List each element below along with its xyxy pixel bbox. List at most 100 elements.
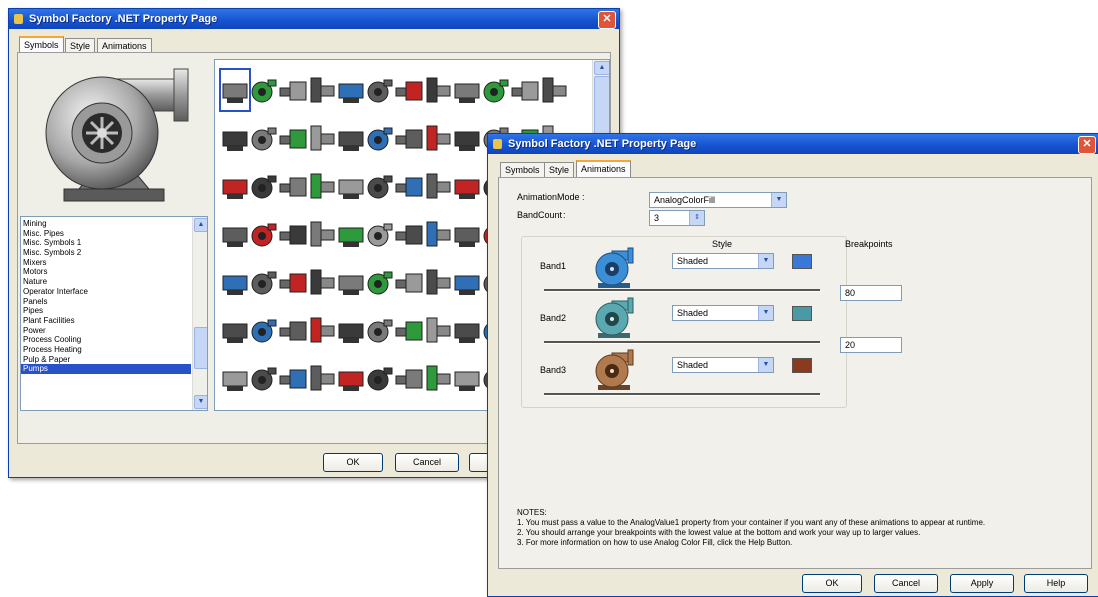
front-tab-style[interactable]: Style — [544, 162, 575, 177]
symbol-thumbnail[interactable] — [366, 358, 394, 398]
list-item[interactable]: Misc. Symbols 2 — [21, 248, 191, 258]
front-tab-symbols[interactable]: Symbols — [500, 162, 545, 177]
symbol-thumbnail[interactable] — [337, 214, 365, 254]
symbol-thumbnail[interactable] — [366, 70, 394, 110]
symbol-thumbnail[interactable] — [221, 118, 249, 158]
back-ok-button[interactable]: OK — [323, 453, 383, 472]
list-item[interactable]: Process Cooling — [21, 335, 191, 345]
scroll-up-arrow-icon[interactable]: ▲ — [194, 218, 207, 232]
symbol-thumbnail[interactable] — [337, 262, 365, 302]
symbol-thumbnail[interactable] — [308, 310, 336, 350]
symbol-thumbnail[interactable] — [221, 166, 249, 206]
back-cancel-button[interactable]: Cancel — [395, 453, 459, 472]
symbol-thumbnail[interactable] — [453, 166, 481, 206]
symbol-thumbnail[interactable] — [424, 310, 452, 350]
symbol-thumbnail[interactable] — [395, 70, 423, 110]
symbol-thumbnail[interactable] — [279, 262, 307, 302]
symbol-thumbnail[interactable] — [424, 70, 452, 110]
symbol-thumbnail[interactable] — [337, 70, 365, 110]
list-item[interactable]: Pipes — [21, 306, 191, 316]
symbol-thumbnail[interactable] — [424, 214, 452, 254]
symbol-thumbnail[interactable] — [279, 70, 307, 110]
symbol-thumbnail[interactable] — [221, 310, 249, 350]
symbol-thumbnail[interactable] — [424, 166, 452, 206]
symbol-thumbnail[interactable] — [250, 358, 278, 398]
symbol-thumbnail[interactable] — [395, 166, 423, 206]
symbol-thumbnail[interactable] — [395, 118, 423, 158]
symbol-thumbnail[interactable] — [453, 262, 481, 302]
symbol-thumbnail[interactable] — [395, 214, 423, 254]
list-item[interactable]: Nature — [21, 277, 191, 287]
list-item[interactable]: Operator Interface — [21, 287, 191, 297]
front-help-button[interactable]: Help — [1024, 574, 1088, 593]
symbol-thumbnail[interactable] — [366, 262, 394, 302]
symbol-thumbnail[interactable] — [250, 214, 278, 254]
category-list[interactable]: Mining Misc. Pipes Misc. Symbols 1 Misc. Sy… — [20, 216, 208, 411]
symbol-thumbnail[interactable] — [308, 358, 336, 398]
band3-color-swatch[interactable] — [792, 358, 812, 373]
front-close-button[interactable]: ✕ — [1078, 136, 1096, 154]
list-item[interactable]: Process Heating — [21, 345, 191, 355]
band-count-stepper[interactable]: 3 ⇕ — [649, 210, 705, 226]
symbol-thumbnail[interactable] — [366, 214, 394, 254]
back-tab-style[interactable]: Style — [65, 38, 96, 53]
symbol-thumbnail[interactable] — [279, 214, 307, 254]
symbol-thumbnail[interactable] — [219, 68, 251, 112]
list-item[interactable]: Motors — [21, 267, 191, 277]
back-title-bar[interactable]: Symbol Factory .NET Property Page ✕ — [9, 9, 619, 29]
symbol-thumbnail[interactable] — [221, 262, 249, 302]
symbol-thumbnail[interactable] — [453, 358, 481, 398]
back-tab-animations[interactable]: Animations — [97, 38, 152, 53]
list-item[interactable]: Misc. Symbols 1 — [21, 238, 191, 248]
list-item[interactable]: Mining — [21, 219, 191, 229]
front-apply-button[interactable]: Apply — [950, 574, 1014, 593]
animation-mode-select[interactable]: AnalogColorFill ▼ — [649, 192, 787, 208]
symbol-thumbnail[interactable] — [279, 118, 307, 158]
gallery-scroll-up-icon[interactable]: ▲ — [594, 61, 609, 75]
symbol-thumbnail[interactable] — [424, 118, 452, 158]
gallery-scroll-thumb[interactable] — [594, 76, 609, 138]
symbol-thumbnail[interactable] — [308, 214, 336, 254]
list-item[interactable]: Panels — [21, 297, 191, 307]
symbol-thumbnail[interactable] — [308, 262, 336, 302]
list-item[interactable]: Pumps — [21, 364, 191, 374]
band2-color-swatch[interactable] — [792, 306, 812, 321]
back-tab-symbols[interactable]: Symbols — [19, 36, 64, 53]
category-scrollbar[interactable]: ▲ ▼ — [192, 217, 207, 410]
symbol-thumbnail[interactable] — [279, 310, 307, 350]
symbol-thumbnail[interactable] — [395, 310, 423, 350]
symbol-thumbnail[interactable] — [337, 166, 365, 206]
symbol-thumbnail[interactable] — [308, 118, 336, 158]
symbol-thumbnail[interactable] — [366, 310, 394, 350]
list-item[interactable]: Mixers — [21, 258, 191, 268]
band2-style-select[interactable]: Shaded ▼ — [672, 305, 774, 321]
symbol-thumbnail[interactable] — [250, 166, 278, 206]
front-title-bar[interactable]: Symbol Factory .NET Property Page ✕ — [488, 134, 1098, 154]
symbol-thumbnail[interactable] — [250, 262, 278, 302]
symbol-thumbnail[interactable] — [453, 214, 481, 254]
list-item[interactable]: Power — [21, 326, 191, 336]
symbol-thumbnail[interactable] — [453, 70, 481, 110]
symbol-thumbnail[interactable] — [337, 118, 365, 158]
symbol-thumbnail[interactable] — [221, 214, 249, 254]
breakpoint2-input[interactable]: 20 — [840, 337, 902, 353]
back-close-button[interactable]: ✕ — [598, 11, 616, 29]
band3-style-select[interactable]: Shaded ▼ — [672, 357, 774, 373]
symbol-thumbnail[interactable] — [424, 358, 452, 398]
front-cancel-button[interactable]: Cancel — [874, 574, 938, 593]
symbol-thumbnail[interactable] — [279, 166, 307, 206]
symbol-thumbnail[interactable] — [308, 70, 336, 110]
list-item[interactable]: Plant Facilities — [21, 316, 191, 326]
chevron-down-icon[interactable]: ▼ — [758, 254, 773, 268]
chevron-down-icon[interactable]: ▼ — [758, 358, 773, 372]
spinner-icon[interactable]: ⇕ — [689, 211, 704, 225]
symbol-thumbnail[interactable] — [453, 310, 481, 350]
symbol-thumbnail[interactable] — [540, 70, 568, 110]
scroll-down-arrow-icon[interactable]: ▼ — [194, 395, 207, 409]
symbol-thumbnail[interactable] — [308, 166, 336, 206]
symbol-thumbnail[interactable] — [395, 358, 423, 398]
list-item[interactable]: Misc. Pipes — [21, 229, 191, 239]
symbol-thumbnail[interactable] — [337, 358, 365, 398]
symbol-thumbnail[interactable] — [395, 262, 423, 302]
symbol-thumbnail[interactable] — [366, 118, 394, 158]
